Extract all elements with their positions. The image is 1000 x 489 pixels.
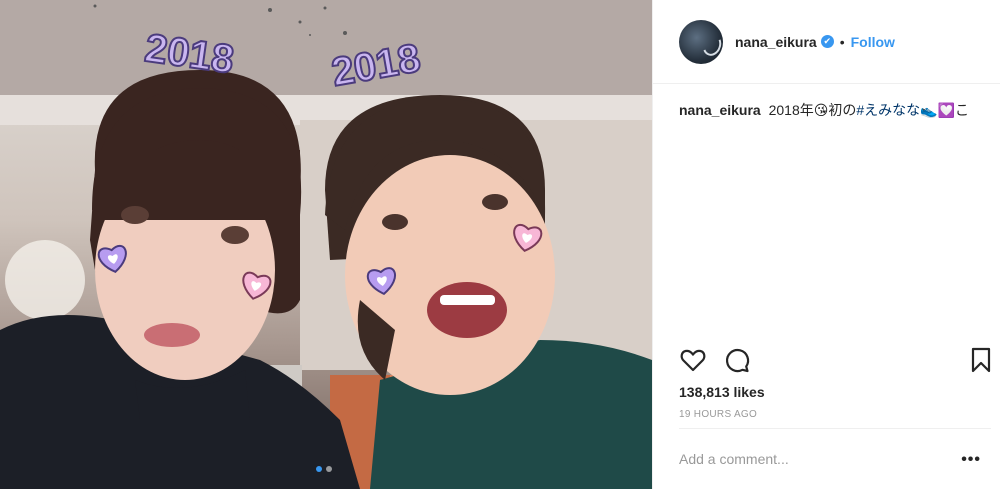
post-header: nana_eikura ✔ • Follow xyxy=(653,0,1000,84)
post-sidebar: nana_eikura ✔ • Follow nana_eikura 2018年… xyxy=(652,0,1000,489)
caption-text-2: 初の xyxy=(828,102,857,118)
comment-form: ••• xyxy=(679,428,991,489)
avatar[interactable] xyxy=(679,19,723,64)
like-button[interactable] xyxy=(679,346,707,374)
caption-username-link[interactable]: nana_eikura xyxy=(679,102,761,118)
save-button[interactable] xyxy=(967,346,995,374)
comment-button[interactable] xyxy=(723,346,751,374)
caption-emoji-kiss: 😘 xyxy=(813,102,829,118)
comment-icon xyxy=(725,348,750,373)
carousel-dot-active xyxy=(316,466,322,472)
like-count[interactable]: 138,813 likes xyxy=(679,384,765,400)
photo-illustration: 2018 2018 xyxy=(0,0,652,489)
carousel-indicator xyxy=(316,466,332,472)
follow-button[interactable]: Follow xyxy=(851,34,895,50)
heart-icon xyxy=(680,349,706,372)
caption-text: 2018年 xyxy=(768,102,814,118)
username-link[interactable]: nana_eikura xyxy=(735,34,817,50)
verified-badge-icon: ✔ xyxy=(820,35,834,48)
carousel-dot xyxy=(326,466,332,472)
comment-input[interactable] xyxy=(679,451,939,467)
light-flare xyxy=(5,240,85,320)
bookmark-icon xyxy=(971,347,991,373)
hashtag-link[interactable]: #えみなな xyxy=(856,102,920,118)
post-caption: nana_eikura 2018年😘初の#えみなな👟💟こ xyxy=(679,100,969,120)
post-photo[interactable]: 2018 2018 xyxy=(0,0,652,489)
ceiling xyxy=(0,0,652,110)
caption-emoji-2: 👟💟 xyxy=(920,102,956,118)
caption-tail: こ xyxy=(955,102,970,118)
separator-dot: • xyxy=(839,33,845,50)
post-timestamp[interactable]: 19 HOURS AGO xyxy=(679,409,757,420)
action-bar xyxy=(653,340,1000,380)
more-options-button[interactable]: ••• xyxy=(961,451,981,469)
